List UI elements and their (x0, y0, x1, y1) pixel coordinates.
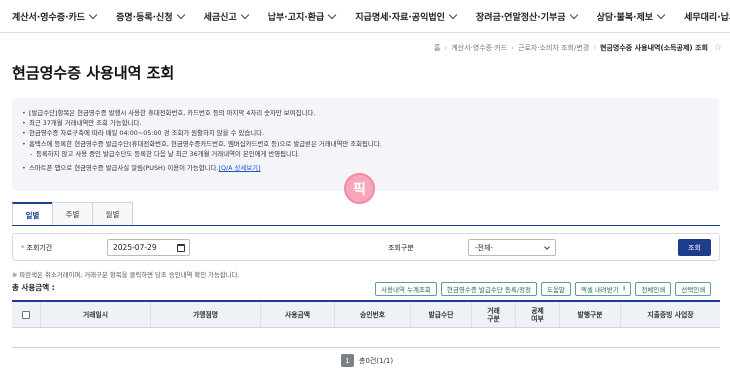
tab-underline (12, 225, 720, 226)
help-button[interactable]: 도움말 (540, 282, 571, 296)
nav-item-label: 계산서·영수증·카드 (12, 12, 86, 23)
nav-item-label: 장려금·연말정산·기부금 (475, 12, 566, 23)
select-all-checkbox[interactable] (22, 310, 30, 319)
download-icon: ⭳ (622, 283, 626, 292)
print-selected-button[interactable]: 선택인쇄 (675, 282, 712, 296)
total-amount-label: 총 사용금액 : (12, 283, 55, 292)
nav-item-tax-agent[interactable]: 세무대리·납세관리 (672, 0, 730, 33)
receipt-table: 거래일시 가맹점명 사용금액 승인번호 발급수단 거래 구분 공제 여부 발행구… (12, 300, 720, 348)
mascot-badge[interactable]: 픽 (344, 173, 375, 204)
required-marker: * (21, 244, 25, 252)
page-button[interactable]: 1 (341, 354, 354, 367)
column-header: 발행구분 (560, 302, 621, 327)
print-all-button[interactable]: 전체인쇄 (635, 282, 672, 296)
page-title: 현금영수증 사용내역 조회 (12, 64, 175, 82)
period-label-text: 조회기간 (26, 244, 53, 252)
chevron-down-icon (176, 10, 185, 19)
nav-item-tax-filing[interactable]: 세금신고 (192, 0, 256, 33)
search-button[interactable]: 조회 (678, 239, 711, 256)
chevron-down-icon (88, 10, 98, 19)
breadcrumb-home[interactable]: 홈 (434, 43, 440, 53)
top-navigation: 계산서·영수증·카드 증명·등록·신청 세금신고 납부·고지·환급 지급명세·자… (0, 0, 730, 33)
nav-item-label: 지급명세·자료·공익법인 (355, 12, 445, 23)
chevron-down-icon (448, 10, 458, 19)
star-icon[interactable]: ☆ (714, 43, 722, 53)
notice-line: 현금영수증 자료구축에 따라 매일 04:00~05:00 경 조회가 원활하지… (22, 128, 709, 138)
nav-item-consulting[interactable]: 상담·불복·제보 (585, 0, 673, 33)
cancel-hint: ※ 파란색은 취소거래이며, 거래구분 항목을 클릭하면 당초 승인내역 확인 … (12, 271, 240, 279)
column-header: 지출증빙 사업장 (647, 310, 694, 319)
table-header: 거래일시 가맹점명 사용금액 승인번호 발급수단 거래 구분 공제 여부 발행구… (12, 302, 720, 328)
breadcrumb-item[interactable]: 근로자·소비자 조회/변경 (518, 43, 589, 53)
date-input[interactable]: 2025-07-29 (107, 239, 190, 256)
breadcrumb: 홈 › 계산서·영수증·카드 › 근로자·소비자 조회/변경 › 현금영수증 사… (434, 43, 722, 53)
type-select-value: -전체- (475, 243, 493, 252)
notice-line: 홈택스에 등록한 현금영수증 발급수단(휴대전화번호, 현금영수증카드번호, 멤… (22, 139, 709, 149)
page-info: 총0건(1/1) (359, 356, 394, 365)
notice-line-push: 스마트폰 앱으로 현금영수증 발급사실 알림(PUSH) 이용이 가능합니다.[… (22, 163, 709, 173)
nav-item-label: 납부·고지·환급 (267, 12, 325, 23)
chevron-down-icon (240, 10, 249, 19)
breadcrumb-separator: › (444, 44, 448, 52)
type-select[interactable]: -전체- (468, 239, 556, 256)
notice-push-text: 스마트폰 앱으로 현금영수증 발급사실 알림(PUSH) 이용이 가능합니다. (29, 164, 219, 173)
nav-item-label: 상담·불복·제보 (596, 12, 654, 23)
nav-item-label: 세무대리·납세관리 (684, 12, 730, 23)
calendar-icon[interactable] (177, 243, 185, 252)
excel-download-button[interactable]: 엑셀 내려받기 ⭳ (574, 282, 632, 296)
chevron-down-icon (569, 10, 578, 19)
date-value: 2025-07-29 (113, 243, 157, 252)
period-tabs: 일별 주별 월별 (12, 202, 133, 226)
select-all-cell (12, 302, 41, 327)
chevron-down-icon (544, 243, 550, 250)
notice-line: [발급수단]항목은 현금영수증 발행시 사용한 휴대전화번호, 카드번호 등의 … (22, 108, 709, 118)
nav-item-receipts[interactable]: 계산서·영수증·카드 (0, 0, 104, 33)
period-label: * 조회기간 (21, 243, 52, 253)
nav-item-payment[interactable]: 납부·고지·환급 (256, 0, 344, 33)
action-buttons: 사용내역 누계조회 현금영수증 발급수단 등록/정정 도움말 엑셀 내려받기 ⭳ … (375, 282, 712, 296)
breadcrumb-separator: › (511, 44, 515, 52)
breadcrumb-separator: › (593, 44, 597, 52)
chevron-down-icon (656, 10, 666, 19)
notice-line: 최근 37개월 거래내역만 조회 가능합니다. (22, 118, 709, 128)
excel-download-label: 엑셀 내려받기 (580, 286, 619, 294)
nav-item-incentives[interactable]: 장려금·연말정산·기부금 (464, 0, 585, 33)
qa-detail-link[interactable]: [Q/A 상세보기] (218, 164, 260, 172)
column-header: 사용금액 (261, 302, 335, 327)
notice-subline: 등록하지 않고 사용 중인 발급수단도 등록한 다음 날 최근 36개월 거래내… (22, 149, 709, 159)
search-panel: * 조회기간 2025-07-29 조회구분 -전체- 조회 (12, 233, 720, 261)
nav-item-label: 증명·등록·신청 (116, 12, 173, 23)
column-header: 가맹점명 (151, 302, 261, 327)
column-header: 발급수단 (411, 302, 472, 327)
tab-weekly[interactable]: 주별 (52, 202, 93, 226)
type-label: 조회구분 (388, 244, 414, 252)
tab-monthly[interactable]: 월별 (92, 202, 133, 226)
column-header: 승인번호 (335, 302, 411, 327)
nav-item-certificates[interactable]: 증명·등록·신청 (104, 0, 192, 33)
column-header[interactable]: 거래일시 (41, 302, 151, 327)
column-header: 거래 구분 (472, 302, 516, 327)
pagination: 1 총0건(1/1) (341, 354, 393, 367)
nav-item-statements[interactable]: 지급명세·자료·공익법인 (343, 0, 464, 33)
breadcrumb-current: 현금영수증 사용내역(소득공제) 조회 (600, 44, 708, 52)
column-header: 공제 여부 (516, 302, 560, 327)
chevron-down-icon (328, 10, 337, 19)
tab-daily[interactable]: 일별 (12, 202, 53, 226)
register-method-button[interactable]: 현금영수증 발급수단 등록/정정 (440, 282, 537, 296)
monthly-total-button[interactable]: 사용내역 누계조회 (375, 282, 437, 296)
breadcrumb-item[interactable]: 계산서·영수증·카드 (451, 43, 507, 53)
table-body-empty (12, 328, 720, 348)
nav-item-label: 세금신고 (203, 12, 237, 23)
